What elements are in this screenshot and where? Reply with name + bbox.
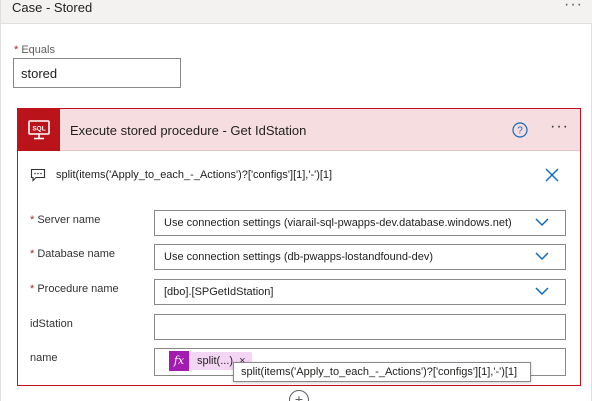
add-step-icon[interactable]: + [289, 390, 309, 401]
idstation-label: idStation [30, 318, 73, 330]
case-header[interactable]: Case - Stored ··· [1, 0, 592, 24]
equals-input[interactable] [13, 58, 181, 88]
server-name-dropdown[interactable]: Use connection settings (viarail-sql-pwa… [154, 210, 566, 236]
equals-label-text: Equals [21, 44, 55, 56]
sql-icon-text: SQL [32, 126, 45, 133]
action-more-menu-icon[interactable]: ··· [550, 118, 569, 136]
chevron-down-icon[interactable] [535, 251, 549, 261]
procedure-name-label: * Procedure name [30, 283, 119, 295]
expression-text: split(items('Apply_to_each_-_Actions')?[… [56, 169, 333, 181]
fx-icon: fx [169, 351, 189, 371]
case-more-menu-icon[interactable]: ··· [564, 0, 583, 14]
expression-tooltip: split(items('Apply_to_each_-_Actions')?[… [233, 362, 531, 382]
idstation-input[interactable] [154, 314, 566, 340]
token-label: split(...) [197, 355, 234, 367]
name-label: name [30, 352, 58, 364]
database-name-value: Use connection settings (db-pwapps-losta… [164, 251, 434, 263]
sql-server-icon: SQL [18, 109, 60, 151]
procedure-name-label-text: Procedure name [37, 283, 119, 295]
comment-icon[interactable] [30, 168, 46, 182]
server-name-value: Use connection settings (viarail-sql-pwa… [164, 217, 512, 229]
database-name-label: * Database name [30, 248, 115, 260]
case-stored-card: Case - Stored ··· * Equals SQL Execute s… [0, 0, 592, 401]
chevron-down-icon[interactable] [535, 286, 549, 296]
action-header[interactable]: SQL Execute stored procedure - Get IdSta… [18, 109, 580, 151]
action-title: Execute stored procedure - Get IdStation [70, 123, 307, 138]
procedure-name-dropdown[interactable]: [dbo].[SPGetIdStation] [154, 279, 566, 305]
required-marker: * [30, 214, 35, 226]
required-marker: * [30, 283, 35, 295]
case-title: Case - Stored [12, 0, 93, 15]
required-marker: * [30, 248, 35, 260]
server-name-label-text: Server name [37, 214, 101, 226]
help-icon[interactable]: ? [512, 122, 528, 138]
procedure-name-value: [dbo].[SPGetIdStation] [164, 286, 274, 298]
close-icon[interactable] [544, 167, 560, 183]
help-icon-glyph: ? [517, 126, 523, 137]
database-name-dropdown[interactable]: Use connection settings (db-pwapps-losta… [154, 244, 566, 270]
chevron-down-icon[interactable] [535, 217, 549, 227]
server-name-label: * Server name [30, 214, 100, 226]
action-body: split(items('Apply_to_each_-_Actions')?[… [18, 152, 580, 385]
execute-stored-procedure-action: SQL Execute stored procedure - Get IdSta… [17, 108, 581, 386]
equals-label: * Equals [14, 44, 55, 56]
required-marker: * [14, 44, 19, 56]
database-name-label-text: Database name [37, 248, 116, 260]
expression-row: split(items('Apply_to_each_-_Actions')?[… [18, 160, 580, 192]
